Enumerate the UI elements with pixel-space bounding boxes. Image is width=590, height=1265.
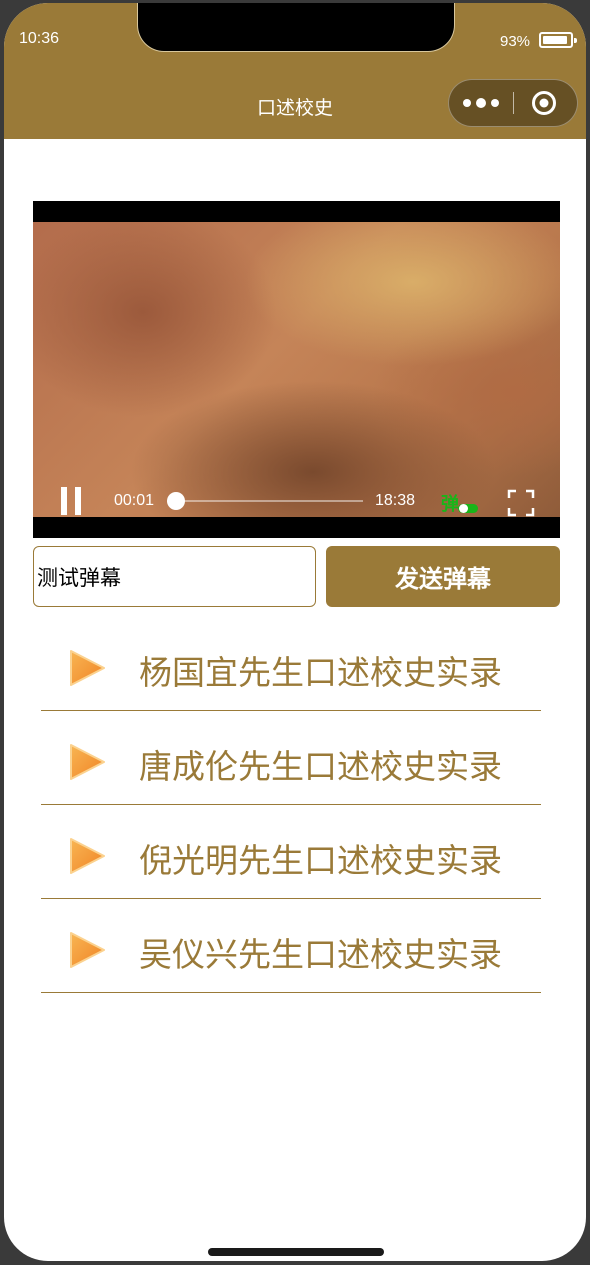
pause-icon[interactable] [61, 487, 85, 515]
play-icon [70, 744, 105, 780]
toggle-switch-icon [458, 504, 478, 513]
device-notch [138, 3, 454, 51]
send-danmu-button[interactable]: 发送弹幕 [326, 546, 560, 607]
mini-program-capsule [448, 79, 578, 127]
status-time: 10:36 [19, 30, 60, 47]
video-list: 杨国宜先生口述校史实录 唐成伦先生口述校史实录 倪光明先生口述校史实录 吴仪兴先… [41, 618, 541, 994]
list-item-label: 倪光明先生口述校史实录 [139, 841, 502, 880]
battery-percent: 93% [500, 33, 531, 50]
total-time: 18:38 [375, 492, 416, 509]
progress-bar[interactable] [167, 492, 363, 510]
current-time: 00:01 [114, 492, 155, 509]
battery-icon [539, 32, 577, 48]
list-item-label: 吴仪兴先生口述校史实录 [139, 935, 502, 974]
list-item-label: 杨国宜先生口述校史实录 [139, 653, 502, 692]
more-icon[interactable] [461, 92, 501, 114]
fullscreen-icon[interactable] [507, 489, 535, 517]
capsule-divider [513, 92, 514, 114]
target-icon[interactable] [531, 90, 557, 116]
phone-screen: 10:36 93% 口述校史 00:01 18:38 弹 测试弹幕 发送弹幕 杨… [4, 3, 586, 1261]
home-indicator[interactable] [208, 1248, 384, 1256]
play-icon [70, 932, 105, 968]
top-bar: 10:36 93% 口述校史 [4, 3, 586, 139]
danmu-toggle[interactable]: 弹 [441, 490, 478, 516]
danmu-input[interactable] [33, 546, 316, 607]
list-item-label: 唐成伦先生口述校史实录 [139, 747, 502, 786]
list-item[interactable]: 杨国宜先生口述校史实录 [41, 618, 541, 711]
list-item[interactable]: 吴仪兴先生口述校史实录 [41, 900, 541, 993]
video-player[interactable]: 00:01 18:38 弹 [33, 201, 560, 538]
list-item[interactable]: 倪光明先生口述校史实录 [41, 806, 541, 899]
video-frame[interactable] [33, 222, 560, 517]
danmu-toggle-label: 弹 [441, 494, 459, 515]
play-icon [70, 838, 105, 874]
play-icon [70, 650, 105, 686]
list-item[interactable]: 唐成伦先生口述校史实录 [41, 712, 541, 805]
